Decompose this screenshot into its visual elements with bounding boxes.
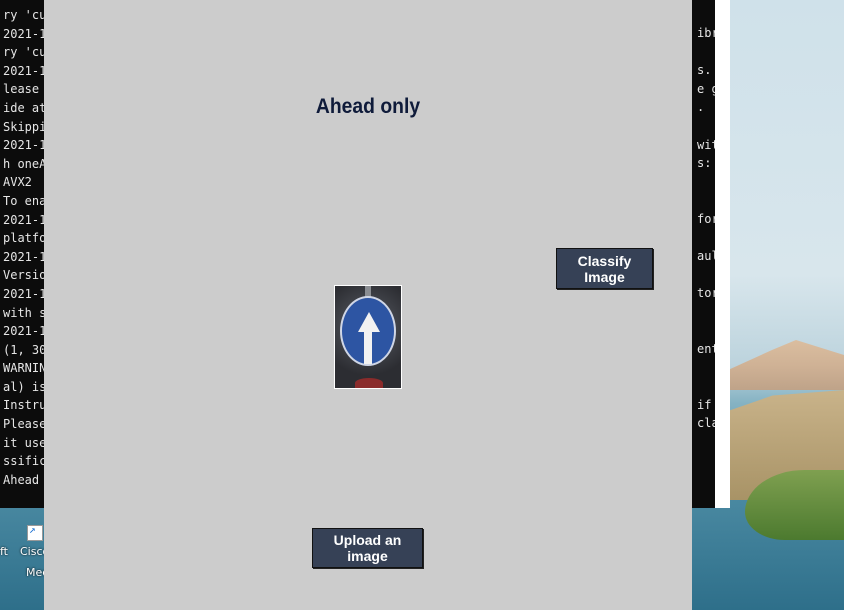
uploaded-image: [334, 285, 402, 389]
classifier-app-window: Ahead only Classify Image Upload an imag…: [44, 0, 692, 610]
up-arrow-icon: [358, 312, 380, 332]
prediction-label: Ahead only: [315, 95, 421, 118]
shortcut-icon[interactable]: [27, 523, 43, 541]
upload-image-button[interactable]: Upload an image: [312, 528, 423, 568]
console-scrollbar[interactable]: [715, 0, 730, 508]
desktop-icon-label-1[interactable]: ft: [0, 545, 8, 558]
ahead-only-sign-icon: [340, 296, 396, 366]
classify-image-button[interactable]: Classify Image: [556, 248, 653, 289]
